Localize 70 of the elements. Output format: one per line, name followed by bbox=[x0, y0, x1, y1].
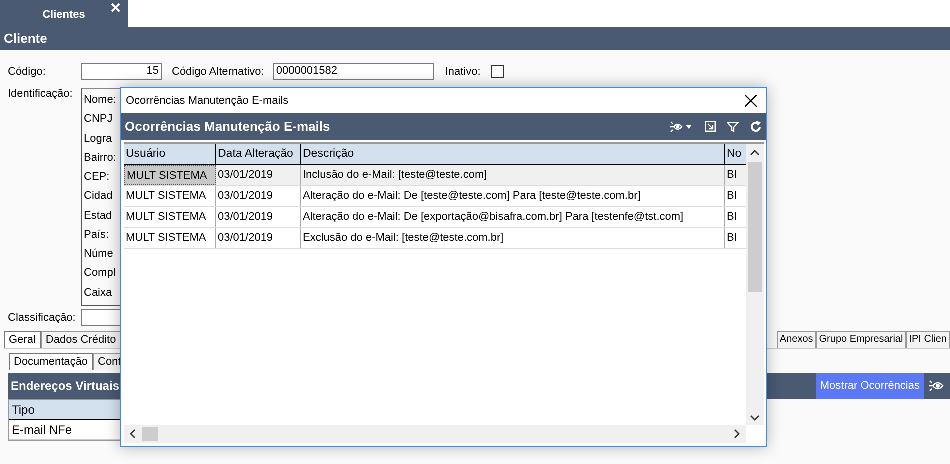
table-cell: 03/01/2019 bbox=[216, 186, 301, 206]
scroll-down-icon[interactable] bbox=[750, 415, 760, 421]
field-label: Código: bbox=[8, 66, 47, 78]
scroll-right-icon[interactable] bbox=[734, 429, 740, 439]
column-header[interactable]: Usuário bbox=[124, 144, 216, 164]
field-label: Bairro: bbox=[84, 150, 116, 166]
refresh-icon[interactable] bbox=[750, 120, 762, 132]
field-label: Núme bbox=[84, 247, 114, 262]
scroll-up-icon[interactable] bbox=[750, 150, 760, 156]
table-cell: MULT SISTEMA bbox=[124, 228, 216, 248]
table-cell: Inclusão do e-Mail: [teste@teste.com] bbox=[301, 165, 725, 185]
vertical-scrollbar[interactable] bbox=[746, 144, 764, 425]
field-label: Identificação: bbox=[8, 88, 74, 102]
table-cell-text: BI bbox=[726, 210, 738, 225]
scroll-thumb[interactable] bbox=[142, 427, 158, 441]
table-cell-text: BI bbox=[726, 231, 738, 246]
table-cell-text: E-mail NFe bbox=[11, 422, 72, 436]
field-label: Compl bbox=[84, 266, 116, 282]
tab[interactable]: Dados Crédito bbox=[40, 331, 122, 348]
panel-title: Ocorrências Manutenção E-mails bbox=[125, 119, 330, 134]
table-row[interactable]: MULT SISTEMA 03/01/2019 Alteração do e-Mail: De [teste@teste.com] Para [teste@teste.com.br] BI bbox=[124, 186, 746, 207]
input-field[interactable]: 0000001582 bbox=[273, 63, 434, 80]
tab[interactable]: Grupo Empresarial bbox=[816, 331, 906, 348]
table-cell: Alteração do e-Mail: De [teste@teste.com] Para [teste@teste.com.br] bbox=[301, 186, 725, 206]
field-label: País: bbox=[84, 228, 110, 243]
column-header[interactable]: Tipo bbox=[9, 402, 35, 416]
tab[interactable]: Geral bbox=[4, 331, 41, 348]
eye-icon[interactable] bbox=[928, 379, 944, 393]
field-label: Cidad bbox=[84, 189, 113, 204]
scroll-thumb[interactable] bbox=[748, 162, 762, 292]
table-cell: 03/01/2019 bbox=[216, 207, 301, 227]
scroll-left-icon[interactable] bbox=[130, 429, 136, 439]
field-label: Caixa bbox=[84, 286, 112, 301]
field-label: CEP: bbox=[84, 170, 110, 186]
table-cell: 03/01/2019 bbox=[216, 228, 301, 248]
table-cell: MULT SISTEMA bbox=[124, 165, 216, 185]
field-label: CNPJ bbox=[84, 112, 113, 128]
tab[interactable]: Documentação bbox=[9, 353, 93, 370]
table-cell-text: BI bbox=[726, 168, 738, 183]
table-row[interactable]: MULT SISTEMA 03/01/2019 Alteração do e-Mail: De [exportação@bisafra.com.br] Para [testenfe@tst.com] BI bbox=[124, 207, 746, 228]
tab[interactable]: IPI Clien bbox=[906, 331, 950, 348]
tab[interactable]: Anexos bbox=[776, 331, 816, 348]
field-label: Estad bbox=[84, 208, 112, 224]
table-cell: MULT SISTEMA bbox=[124, 207, 216, 227]
table-cell: 03/01/2019 bbox=[216, 165, 301, 185]
column-header[interactable]: No bbox=[725, 144, 746, 164]
section-header: Cliente bbox=[0, 27, 950, 50]
field-label: Classificação: bbox=[8, 312, 77, 324]
close-icon[interactable] bbox=[745, 94, 757, 106]
input-field[interactable]: 15 bbox=[81, 63, 162, 80]
table-cell: MULT SISTEMA bbox=[124, 186, 216, 206]
window-title: Ocorrências Manutenção E-mails bbox=[126, 94, 289, 106]
eye-dropdown-icon[interactable] bbox=[670, 120, 694, 132]
field-label: Nome: bbox=[84, 93, 116, 108]
grid-title: Endereços Virtuais bbox=[10, 379, 120, 393]
field-label: Código Alternativo: bbox=[172, 66, 264, 78]
export-icon[interactable] bbox=[705, 121, 716, 132]
table-row[interactable]: MULT SISTEMA 03/01/2019 Exclusão do e-Mail: [teste@teste.com.br] BI bbox=[124, 228, 746, 249]
filter-icon[interactable] bbox=[727, 122, 739, 132]
field-label: Logra bbox=[84, 132, 112, 147]
table-row[interactable]: MULT SISTEMA 03/01/2019 Inclusão do e-Mail: [teste@teste.com] BI bbox=[124, 165, 746, 186]
table-cell: Exclusão do e-Mail: [teste@teste.com.br] bbox=[301, 228, 725, 248]
table-cell: Alteração do e-Mail: De [exportação@bisafra.com.br] Para [testenfe@tst.com] bbox=[301, 207, 725, 227]
column-header[interactable]: Data Alteração bbox=[216, 144, 301, 164]
horizontal-scrollbar[interactable] bbox=[124, 425, 746, 443]
table-cell-text: BI bbox=[726, 189, 738, 204]
field-label: Inativo: bbox=[445, 66, 481, 78]
show-occurrences-button[interactable]: Mostrar Ocorrências bbox=[816, 373, 924, 399]
checkbox[interactable] bbox=[490, 65, 504, 78]
column-header[interactable]: Descrição bbox=[301, 144, 725, 164]
